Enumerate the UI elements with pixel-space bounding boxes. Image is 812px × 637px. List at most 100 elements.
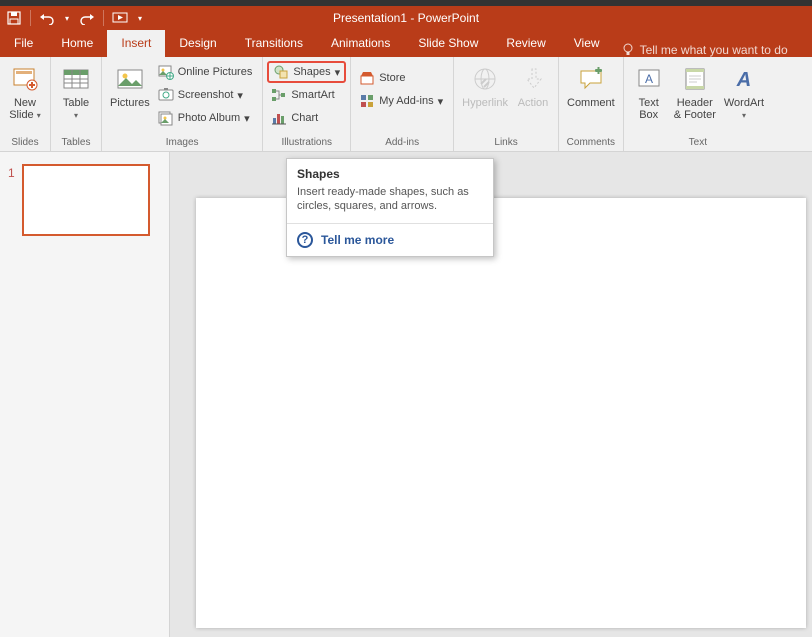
save-icon: [7, 11, 21, 25]
hyperlink-icon: [469, 63, 501, 95]
start-from-beginning-button[interactable]: [106, 6, 134, 30]
tab-design[interactable]: Design: [165, 30, 230, 57]
slide-thumbnail-pane[interactable]: 1: [0, 152, 170, 637]
group-label-addins: Add-ins: [355, 135, 449, 151]
tooltip-body: Insert ready-made shapes, such as circle…: [287, 185, 493, 224]
screenshot-icon: [158, 87, 174, 103]
header-footer-icon: [679, 63, 711, 95]
tell-me-search[interactable]: Tell me what you want to do: [614, 43, 796, 57]
group-images: Pictures Online Pictures Screenshot ▾ Ph…: [102, 57, 263, 151]
slide-canvas[interactable]: [196, 198, 806, 628]
wordart-label: WordArt▾: [724, 97, 764, 122]
hyperlink-label: Hyperlink: [462, 97, 508, 109]
pictures-button[interactable]: Pictures: [106, 59, 154, 109]
slide-number: 1: [8, 164, 16, 236]
action-label: Action: [518, 97, 549, 109]
tab-transitions[interactable]: Transitions: [231, 30, 317, 57]
tab-review[interactable]: Review: [492, 30, 559, 57]
action-icon: [517, 63, 549, 95]
new-slide-button[interactable]: New Slide ▾: [4, 59, 46, 122]
tooltip-tell-me-more-link[interactable]: ? Tell me more: [287, 224, 493, 256]
chevron-down-icon: ▾: [335, 66, 341, 79]
tab-animations[interactable]: Animations: [317, 30, 404, 57]
chevron-down-icon: ▾: [237, 89, 243, 102]
online-pictures-button[interactable]: Online Pictures: [154, 61, 259, 83]
qat-separator: [103, 10, 104, 26]
comment-label: Comment: [567, 97, 615, 109]
workspace: 1 Shapes Insert ready-made shapes, such …: [0, 152, 812, 637]
table-button[interactable]: Table▾: [55, 59, 97, 122]
undo-button[interactable]: [33, 6, 61, 30]
new-slide-icon: [9, 63, 41, 95]
shapes-icon: [273, 64, 289, 80]
group-label-comments: Comments: [563, 135, 619, 151]
tab-view[interactable]: View: [560, 30, 614, 57]
group-addins: Store My Add-ins ▾ Add-ins: [351, 57, 454, 151]
smartart-icon: [271, 87, 287, 103]
redo-button[interactable]: [73, 6, 101, 30]
shapes-tooltip: Shapes Insert ready-made shapes, such as…: [286, 158, 494, 257]
tab-home[interactable]: Home: [47, 30, 107, 57]
slide-thumbnail-1[interactable]: 1: [8, 164, 161, 236]
group-label-tables: Tables: [55, 135, 97, 151]
new-slide-label: New Slide ▾: [9, 97, 41, 122]
comment-button[interactable]: Comment: [563, 59, 619, 109]
title-bar: ▾ ▾ Presentation1 - PowerPoint: [0, 6, 812, 30]
wordart-button[interactable]: A WordArt▾: [720, 59, 768, 122]
textbox-label: Text Box: [639, 97, 659, 121]
pictures-icon: [114, 63, 146, 95]
group-text: A Text Box Header & Footer A WordArt▾ Te…: [624, 57, 772, 151]
qat-separator: [30, 10, 31, 26]
group-label-text: Text: [628, 135, 768, 151]
presentation-icon: [112, 11, 128, 25]
slide-thumbnail-preview[interactable]: [22, 164, 150, 236]
wordart-icon: A: [728, 63, 760, 95]
online-pictures-label: Online Pictures: [178, 66, 253, 78]
redo-icon: [79, 11, 95, 25]
store-label: Store: [379, 72, 405, 84]
svg-text:A: A: [645, 72, 653, 86]
photo-album-icon: [158, 110, 174, 126]
group-comments: Comment Comments: [559, 57, 624, 151]
photo-album-button[interactable]: Photo Album ▾: [154, 107, 259, 129]
qat-customize-dropdown[interactable]: ▾: [134, 6, 146, 30]
tab-slideshow[interactable]: Slide Show: [404, 30, 492, 57]
group-links: Hyperlink Action Links: [454, 57, 559, 151]
screenshot-label: Screenshot: [178, 89, 234, 101]
my-addins-button[interactable]: My Add-ins ▾: [355, 90, 449, 112]
group-illustrations: Shapes ▾ SmartArt Chart Illustrations: [263, 57, 351, 151]
shapes-button[interactable]: Shapes ▾: [267, 61, 346, 83]
tab-file[interactable]: File: [0, 30, 47, 57]
lightbulb-icon: [622, 43, 634, 57]
undo-dropdown[interactable]: ▾: [61, 6, 73, 30]
screenshot-button[interactable]: Screenshot ▾: [154, 84, 259, 106]
hyperlink-button[interactable]: Hyperlink: [458, 59, 512, 109]
save-button[interactable]: [0, 6, 28, 30]
group-label-links: Links: [458, 135, 554, 151]
group-label-slides: Slides: [4, 135, 46, 151]
smartart-button[interactable]: SmartArt: [267, 84, 346, 106]
undo-icon: [39, 11, 55, 25]
svg-text:A: A: [736, 69, 751, 91]
table-label: Table▾: [63, 97, 89, 122]
chart-label: Chart: [291, 112, 318, 124]
textbox-icon: A: [633, 63, 665, 95]
shapes-label: Shapes: [293, 66, 330, 78]
group-slides: New Slide ▾ Slides: [0, 57, 51, 151]
tab-insert[interactable]: Insert: [107, 30, 165, 57]
store-button[interactable]: Store: [355, 67, 449, 89]
window-title: Presentation1 - PowerPoint: [333, 11, 479, 25]
ribbon: New Slide ▾ Slides Table▾ Tables Picture…: [0, 57, 812, 152]
action-button[interactable]: Action: [512, 59, 554, 109]
textbox-button[interactable]: A Text Box: [628, 59, 670, 121]
tell-me-placeholder: Tell me what you want to do: [640, 43, 788, 57]
comment-icon: [575, 63, 607, 95]
slide-editor-area[interactable]: Shapes Insert ready-made shapes, such as…: [170, 152, 812, 637]
header-footer-button[interactable]: Header & Footer: [670, 59, 720, 121]
pictures-label: Pictures: [110, 97, 150, 109]
chevron-down-icon: ▾: [244, 112, 250, 125]
chart-icon: [271, 110, 287, 126]
tooltip-link-label: Tell me more: [321, 233, 394, 247]
chart-button[interactable]: Chart: [267, 107, 346, 129]
online-pictures-icon: [158, 64, 174, 80]
